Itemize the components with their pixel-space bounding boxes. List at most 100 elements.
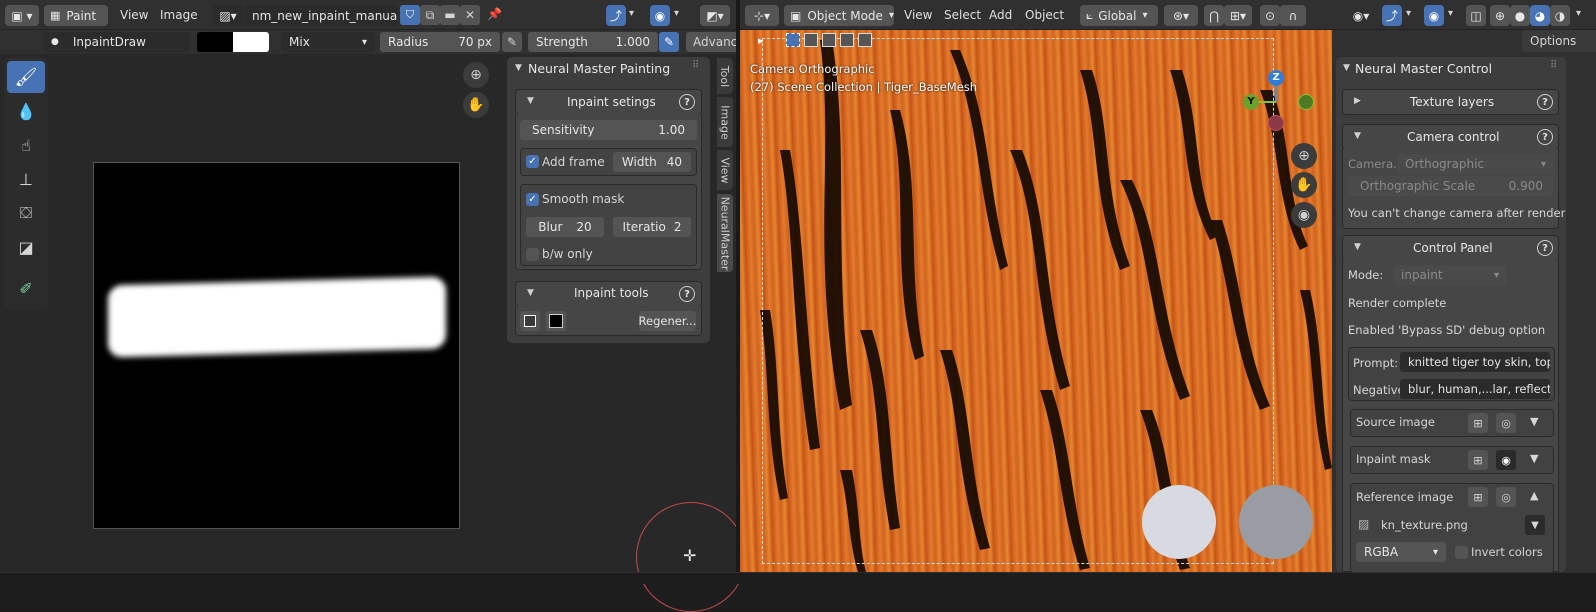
- drag-handle-icon[interactable]: ⠿: [1550, 60, 1557, 71]
- primary-color-swatch[interactable]: [197, 32, 233, 52]
- wireframe-shading[interactable]: ⊕: [1490, 5, 1510, 26]
- chevron-down-icon[interactable]: ▼: [1530, 415, 1538, 428]
- tab-view[interactable]: View: [717, 150, 733, 190]
- pin-icon[interactable]: 📌: [487, 7, 502, 21]
- mask-tool[interactable]: ◪: [7, 231, 45, 263]
- negative-prompt-input[interactable]: blur, human,...lar, reflection: [1400, 379, 1550, 399]
- uv-sync-button[interactable]: ⤴: [606, 5, 626, 26]
- select-tool-icon[interactable]: ▸: [758, 34, 764, 47]
- menu-add[interactable]: Add: [989, 8, 1012, 22]
- options-button[interactable]: Options: [1522, 30, 1596, 52]
- fake-user-button[interactable]: ⛉: [400, 5, 420, 25]
- smear-tool[interactable]: ☝: [7, 129, 45, 161]
- select-extend-icon[interactable]: [804, 33, 818, 47]
- proportional-edit-toggle[interactable]: ⊙: [1260, 5, 1280, 26]
- black-mask-button[interactable]: [546, 311, 566, 331]
- snap-target-dropdown[interactable]: ⊞▾: [1224, 5, 1252, 26]
- iterations-field[interactable]: Iteratio 2: [613, 217, 691, 237]
- strength-field[interactable]: Strength 1.000: [528, 32, 658, 52]
- select-invert-icon[interactable]: [840, 33, 854, 47]
- pivot-dropdown[interactable]: ⊛▾: [1164, 5, 1198, 26]
- select-intersect-icon[interactable]: [858, 33, 872, 47]
- menu-select[interactable]: Select: [944, 8, 981, 22]
- falloff-dropdown[interactable]: ∩: [1280, 5, 1306, 26]
- drag-handle-icon[interactable]: ⠿: [692, 60, 699, 71]
- add-frame-checkbox[interactable]: ✓: [526, 155, 539, 168]
- white-mask-button[interactable]: [520, 311, 540, 331]
- viewport-editor-type-button[interactable]: ⊹▾: [745, 5, 779, 26]
- overlay-toggle[interactable]: ◉: [1424, 5, 1444, 26]
- image-browse-button[interactable]: ▨▾: [213, 5, 243, 26]
- fill-tool[interactable]: ⛋: [7, 197, 45, 229]
- chevron-down-icon[interactable]: ▾: [674, 8, 679, 19]
- tab-image[interactable]: Image: [717, 97, 733, 147]
- secondary-color-swatch[interactable]: [233, 32, 269, 52]
- help-icon[interactable]: ?: [1537, 129, 1553, 145]
- chevron-down-icon[interactable]: ▾: [629, 8, 634, 19]
- inpaint-mask-map-button[interactable]: ⊞: [1468, 450, 1488, 470]
- unlink-image-button[interactable]: ✕: [460, 5, 480, 25]
- tab-neuralmaster[interactable]: NeuralMaster: [717, 194, 733, 272]
- source-image-camera-button[interactable]: ◎: [1496, 413, 1516, 433]
- canvas-image[interactable]: [93, 162, 460, 529]
- viewport-pan-button[interactable]: ✋: [1291, 172, 1317, 198]
- duplicate-image-button[interactable]: ⧉: [420, 5, 440, 25]
- frame-width-field[interactable]: Width 40: [613, 152, 691, 172]
- sensitivity-field[interactable]: Sensitivity 1.00: [520, 120, 697, 140]
- color-mode-dropdown[interactable]: RGBA ▾: [1356, 542, 1446, 562]
- panel-collapse-icon[interactable]: ▼: [1343, 63, 1350, 73]
- viewport-camera-button[interactable]: ◉: [1291, 202, 1317, 228]
- open-image-button[interactable]: ▬: [440, 5, 460, 25]
- help-icon[interactable]: ?: [1537, 94, 1553, 110]
- touch-circle-right[interactable]: [1239, 485, 1313, 559]
- help-icon[interactable]: ?: [679, 94, 695, 110]
- reference-image-camera-button[interactable]: ◎: [1496, 487, 1516, 507]
- advanced-popover[interactable]: Advanced: [686, 32, 736, 52]
- gizmo-toggle[interactable]: ⤴: [1382, 5, 1402, 26]
- chevron-up-icon[interactable]: ▲: [1530, 489, 1538, 502]
- touch-circle-left[interactable]: [1142, 485, 1216, 559]
- rendered-shading[interactable]: ◑: [1550, 5, 1570, 26]
- snap-toggle[interactable]: ⋂: [1204, 5, 1224, 26]
- image-name-field[interactable]: nm_new_inpaint_manual.png: [244, 5, 398, 26]
- menu-image[interactable]: Image: [160, 8, 198, 22]
- menu-object[interactable]: Object: [1025, 8, 1064, 22]
- area-divider[interactable]: [736, 0, 740, 584]
- blur-field[interactable]: Blur 20: [526, 217, 604, 237]
- strength-pressure-button[interactable]: ✎: [659, 32, 679, 52]
- zoom-button[interactable]: ⊕: [463, 62, 489, 88]
- bw-only-checkbox[interactable]: [526, 248, 539, 261]
- source-image-map-button[interactable]: ⊞: [1468, 413, 1488, 433]
- axis-gizmo[interactable]: Z Y: [1240, 68, 1320, 138]
- inpaint-mask-camera-button[interactable]: ◉: [1496, 450, 1516, 470]
- display-channels-button[interactable]: ◩▾: [700, 5, 730, 26]
- reference-image-map-button[interactable]: ⊞: [1468, 487, 1488, 507]
- viewport-zoom-button[interactable]: ⊕: [1291, 143, 1317, 169]
- blend-mode-dropdown[interactable]: Mix ▾: [281, 32, 375, 52]
- soften-tool[interactable]: 💧: [7, 95, 45, 127]
- select-subtract-icon[interactable]: [822, 33, 836, 47]
- menu-view-3d[interactable]: View: [904, 8, 932, 22]
- solid-shading[interactable]: ●: [1510, 5, 1530, 26]
- clone-tool[interactable]: ⊥: [7, 163, 45, 195]
- draw-tool[interactable]: 🖌: [7, 61, 45, 93]
- regenerate-button[interactable]: Regener...: [639, 311, 696, 331]
- radius-field[interactable]: Radius 70 px: [380, 32, 500, 52]
- select-box-icon[interactable]: [786, 33, 800, 47]
- invert-colors-checkbox[interactable]: [1455, 546, 1468, 559]
- brush-selector[interactable]: ● InpaintDraw: [43, 32, 190, 52]
- orientation-dropdown[interactable]: ⟀ Global ▾: [1080, 5, 1158, 26]
- paint-mode-dropdown[interactable]: ▦ Paint: [44, 5, 108, 26]
- smooth-mask-checkbox[interactable]: ✓: [526, 193, 539, 206]
- reference-file-dropdown[interactable]: ▼: [1525, 515, 1545, 535]
- help-icon[interactable]: ?: [679, 286, 695, 302]
- material-shading[interactable]: ◕: [1530, 5, 1550, 26]
- chevron-down-icon[interactable]: ▾: [1576, 8, 1581, 19]
- menu-view[interactable]: View: [120, 8, 148, 22]
- object-mode-dropdown[interactable]: ▣ Object Mode ▾: [784, 5, 894, 26]
- visibility-dropdown[interactable]: ◉▾: [1344, 5, 1378, 26]
- radius-pressure-button[interactable]: ✎: [502, 32, 522, 52]
- chevron-down-icon[interactable]: ▾: [1448, 8, 1453, 19]
- annotate-tool[interactable]: ✐: [7, 272, 45, 304]
- chevron-down-icon[interactable]: ▼: [1530, 452, 1538, 465]
